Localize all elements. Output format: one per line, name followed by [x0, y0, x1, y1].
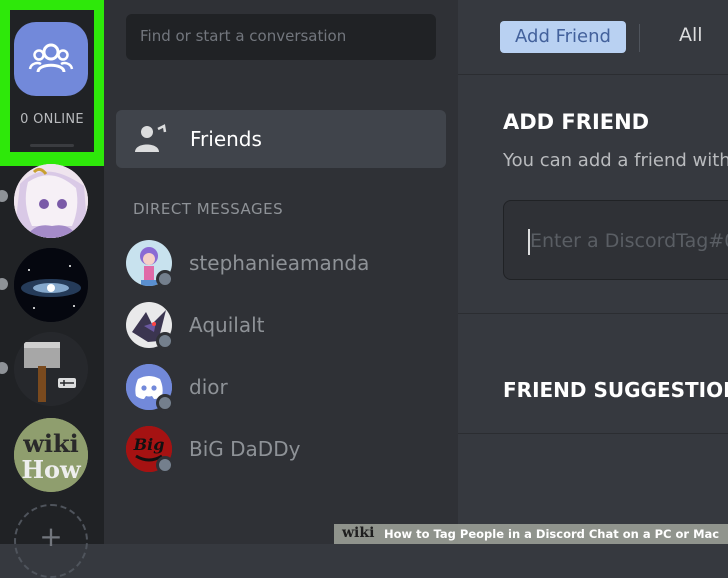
friend-suggestions-heading: FRIEND SUGGESTION	[503, 378, 728, 402]
online-count: 0 ONLINE	[20, 112, 84, 127]
section-divider	[458, 433, 728, 434]
wikihow-watermark: wiki How to Tag People in a Discord Chat…	[334, 524, 728, 544]
friends-icon	[28, 43, 74, 73]
avatar-text: Big	[133, 435, 165, 454]
dm-name: Aquilalt	[189, 313, 265, 337]
unread-pip	[0, 362, 8, 374]
plus-icon: +	[39, 520, 63, 553]
wikihow-logo-top: wiki	[22, 429, 79, 458]
search-placeholder: Find or start a conversation	[140, 27, 347, 45]
section-divider	[458, 313, 728, 314]
anime-server-icon[interactable]	[14, 164, 88, 238]
direct-messages-header: DIRECT MESSAGES	[133, 200, 284, 218]
discord-tag-input[interactable]: Enter a DiscordTag#0	[503, 200, 728, 280]
dm-name: BiG DaDDy	[189, 437, 301, 461]
tab-all[interactable]: All	[679, 24, 703, 46]
dm-name: stephanieamanda	[189, 251, 370, 275]
rail-separator	[30, 144, 74, 147]
galaxy-server-icon[interactable]	[14, 248, 88, 322]
watermark-title: How to Tag People in a Discord Chat on a…	[384, 527, 720, 541]
server-rail: 0 ONLINE wiki How +	[0, 0, 104, 578]
add-friend-tab[interactable]: Add Friend	[500, 21, 626, 53]
add-friend-heading: ADD FRIEND	[503, 110, 650, 134]
status-indicator	[156, 394, 174, 412]
dm-item[interactable]: Aquilalt	[126, 302, 446, 352]
unread-pip	[0, 278, 8, 290]
add-server-button[interactable]: +	[14, 504, 88, 578]
topbar-divider	[639, 24, 640, 52]
sidebar-item-friends[interactable]: Friends	[116, 110, 446, 168]
status-indicator	[156, 456, 174, 474]
watermark-brand: wiki	[342, 525, 375, 541]
dm-item[interactable]: Big BiG DaDDy	[126, 426, 446, 476]
search-bar[interactable]: Find or start a conversation	[126, 14, 436, 60]
main-panel: Add Friend All ADD FRIEND You can add a …	[458, 0, 728, 544]
status-indicator	[156, 332, 174, 350]
status-indicator	[156, 270, 174, 288]
home-friends-button[interactable]	[14, 22, 88, 96]
hammer-server-icon[interactable]	[14, 332, 88, 406]
dm-item[interactable]: stephanieamanda	[126, 240, 446, 290]
friends-label: Friends	[190, 127, 262, 151]
friends-wave-icon	[135, 124, 167, 152]
input-placeholder: Enter a DiscordTag#0	[530, 230, 728, 252]
friends-topbar: Add Friend All	[458, 0, 728, 75]
dm-item[interactable]: dior	[126, 364, 446, 414]
dm-name: dior	[189, 375, 228, 399]
unread-pip	[0, 190, 8, 202]
dm-sidebar: Find or start a conversation Friends DIR…	[104, 0, 458, 544]
add-friend-description: You can add a friend with	[503, 150, 728, 171]
wikihow-server-icon[interactable]: wiki How	[14, 418, 88, 492]
wikihow-logo-bottom: How	[21, 455, 82, 484]
